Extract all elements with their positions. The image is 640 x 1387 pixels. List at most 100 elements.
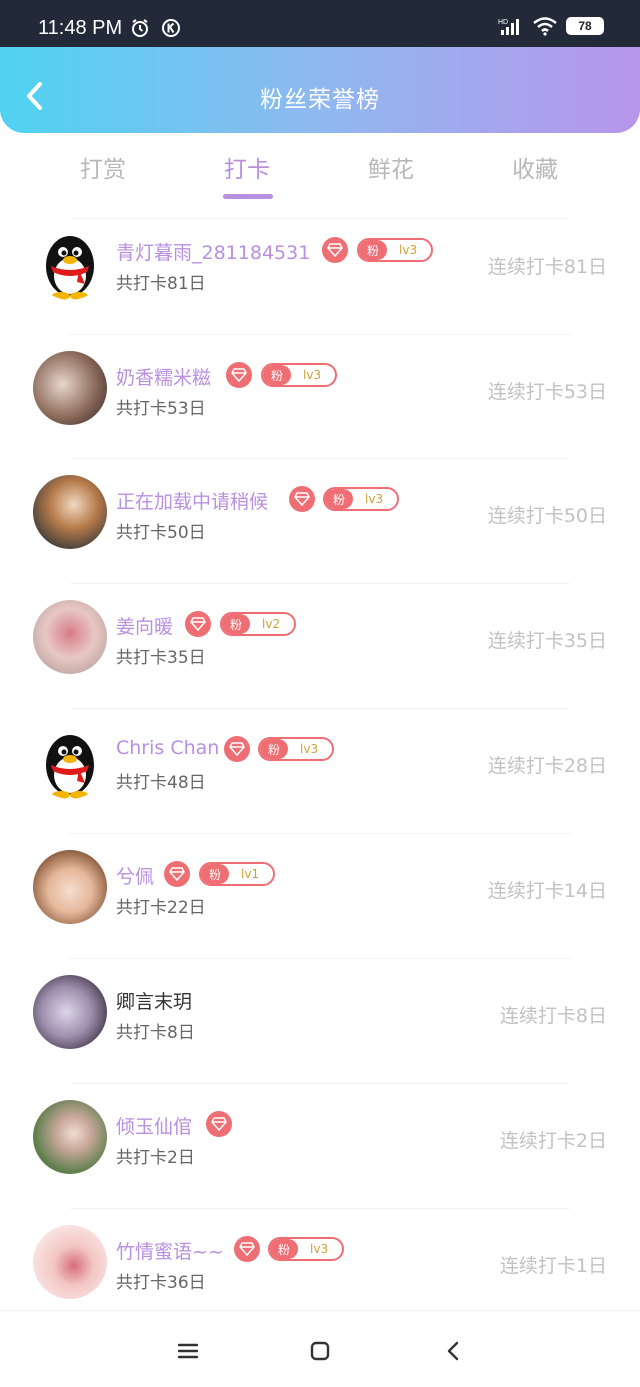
streak-checkin: 连续打卡8日: [499, 1005, 607, 1027]
diamond-icon: [224, 736, 250, 762]
tab-bar: 打赏 打卡 鲜花 收藏: [0, 150, 640, 200]
fan-badge-label: 粉: [201, 864, 230, 884]
list-item[interactable]: 兮佩 粉 lv1 共打卡22日 连续打卡14日: [0, 833, 640, 958]
divider: [70, 218, 570, 219]
avatar: [33, 1100, 107, 1174]
fan-level-badge: 粉 lv2: [220, 612, 297, 636]
tab-xianhua[interactable]: 鲜花: [346, 150, 436, 184]
divider: [70, 708, 570, 709]
streak-checkin: 连续打卡28日: [487, 755, 607, 777]
fan-level-badge: 粉 lv3: [261, 363, 338, 387]
fan-name: 竹情蜜语~~: [116, 1241, 224, 1263]
streak-checkin: 连续打卡1日: [499, 1255, 607, 1277]
fan-level-badge: 粉 lv3: [258, 737, 335, 761]
diamond-icon: [206, 1111, 232, 1137]
avatar: [33, 351, 107, 425]
fan-level: lv3: [300, 742, 319, 756]
list-item[interactable]: 正在加载中请稍候 粉 lv3 共打卡50日 连续打卡50日: [0, 458, 640, 583]
fan-badge-label: 粉: [325, 489, 354, 509]
total-checkin: 共打卡48日: [116, 773, 206, 793]
fan-level: lv1: [241, 867, 260, 881]
fan-badge-label: 粉: [260, 739, 289, 759]
total-checkin: 共打卡50日: [116, 523, 206, 543]
back-icon[interactable]: [442, 1339, 466, 1363]
status-bar: 11:48 PM HD 78: [0, 0, 640, 47]
fan-name: 倾玉仙倌: [116, 1116, 193, 1138]
fan-level-badge: 粉 lv3: [268, 1237, 345, 1261]
fan-name: 姜向暖: [116, 616, 174, 638]
avatar: [33, 1225, 107, 1299]
total-checkin: 共打卡53日: [116, 399, 206, 419]
divider: [70, 958, 570, 959]
fan-level: lv3: [365, 492, 384, 506]
total-checkin: 共打卡81日: [116, 274, 206, 294]
avatar: [33, 850, 107, 924]
tab-daka[interactable]: 打卡: [202, 150, 292, 184]
avatar: [33, 226, 107, 300]
svg-text:HD: HD: [498, 19, 508, 26]
list-item[interactable]: 奶香糯米糍 粉 lv3 共打卡53日 连续打卡53日: [0, 334, 640, 459]
avatar: [33, 475, 107, 549]
alarm-icon: [132, 19, 148, 37]
list-item[interactable]: 青灯暮雨_281184531 粉 lv3 共打卡81日 连续打卡81日: [0, 218, 640, 343]
streak-checkin: 连续打卡81日: [487, 256, 607, 278]
fan-name: 正在加载中请稍候: [116, 491, 269, 513]
diamond-icon: [164, 861, 190, 887]
k-icon: [162, 19, 180, 37]
list-item[interactable]: 卿言末玥 共打卡8日 连续打卡8日: [0, 958, 640, 1083]
avatar: [33, 725, 107, 799]
status-right: HD 78: [498, 16, 604, 36]
diamond-icon: [289, 486, 315, 512]
total-checkin: 共打卡2日: [116, 1148, 195, 1168]
status-time: 11:48 PM: [38, 17, 123, 39]
fan-level: lv3: [399, 243, 418, 257]
divider: [70, 1208, 570, 1209]
menu-icon[interactable]: [176, 1339, 200, 1363]
battery-indicator: 78: [566, 17, 604, 35]
wifi-icon: [533, 17, 557, 36]
fan-level-badge: 粉 lv1: [199, 862, 276, 886]
divider: [70, 458, 570, 459]
divider: [70, 833, 570, 834]
avatar: [33, 975, 107, 1049]
total-checkin: 共打卡35日: [116, 648, 206, 668]
total-checkin: 共打卡22日: [116, 898, 206, 918]
list-item[interactable]: 倾玉仙倌 共打卡2日 连续打卡2日: [0, 1083, 640, 1208]
penguin-avatar-icon: [46, 236, 94, 300]
streak-checkin: 连续打卡2日: [499, 1130, 607, 1152]
tab-shoucang[interactable]: 收藏: [490, 150, 580, 184]
list-item[interactable]: 姜向暖 粉 lv2 共打卡35日 连续打卡35日: [0, 583, 640, 708]
fan-badge-label: 粉: [222, 614, 251, 634]
streak-checkin: 连续打卡50日: [487, 505, 607, 527]
fan-name: 青灯暮雨_281184531: [116, 242, 311, 264]
divider: [70, 583, 570, 584]
divider: [70, 1083, 570, 1084]
fan-level: lv3: [310, 1242, 329, 1256]
diamond-icon: [322, 237, 348, 263]
system-nav-bar: [0, 1310, 640, 1387]
streak-checkin: 连续打卡53日: [487, 381, 607, 403]
streak-checkin: 连续打卡14日: [487, 880, 607, 902]
tab-dashang[interactable]: 打赏: [58, 150, 148, 184]
avatar: [33, 600, 107, 674]
streak-checkin: 连续打卡35日: [487, 630, 607, 652]
signal-icon: HD: [498, 19, 519, 35]
fan-name: 卿言末玥: [116, 991, 193, 1013]
fan-name: 兮佩: [116, 866, 155, 888]
fan-badge-label: 粉: [359, 240, 388, 260]
tab-indicator: [223, 194, 273, 199]
page-title: 粉丝荣誉榜: [260, 87, 380, 113]
fan-badge-label: 粉: [263, 365, 292, 385]
home-square-icon[interactable]: [308, 1339, 332, 1363]
fan-name: 奶香糯米糍: [116, 367, 212, 389]
fan-level: lv2: [262, 617, 281, 631]
fan-level: lv3: [303, 368, 322, 382]
fan-level-badge: 粉 lv3: [357, 238, 434, 262]
fan-badge-label: 粉: [270, 1239, 299, 1259]
diamond-icon: [226, 362, 252, 388]
diamond-icon: [185, 611, 211, 637]
diamond-icon: [234, 1236, 260, 1262]
fan-level-badge: 粉 lv3: [323, 487, 400, 511]
list-item[interactable]: Chris Chan 粉 lv3 共打卡48日 连续打卡28日: [0, 708, 640, 833]
total-checkin: 共打卡8日: [116, 1023, 195, 1043]
